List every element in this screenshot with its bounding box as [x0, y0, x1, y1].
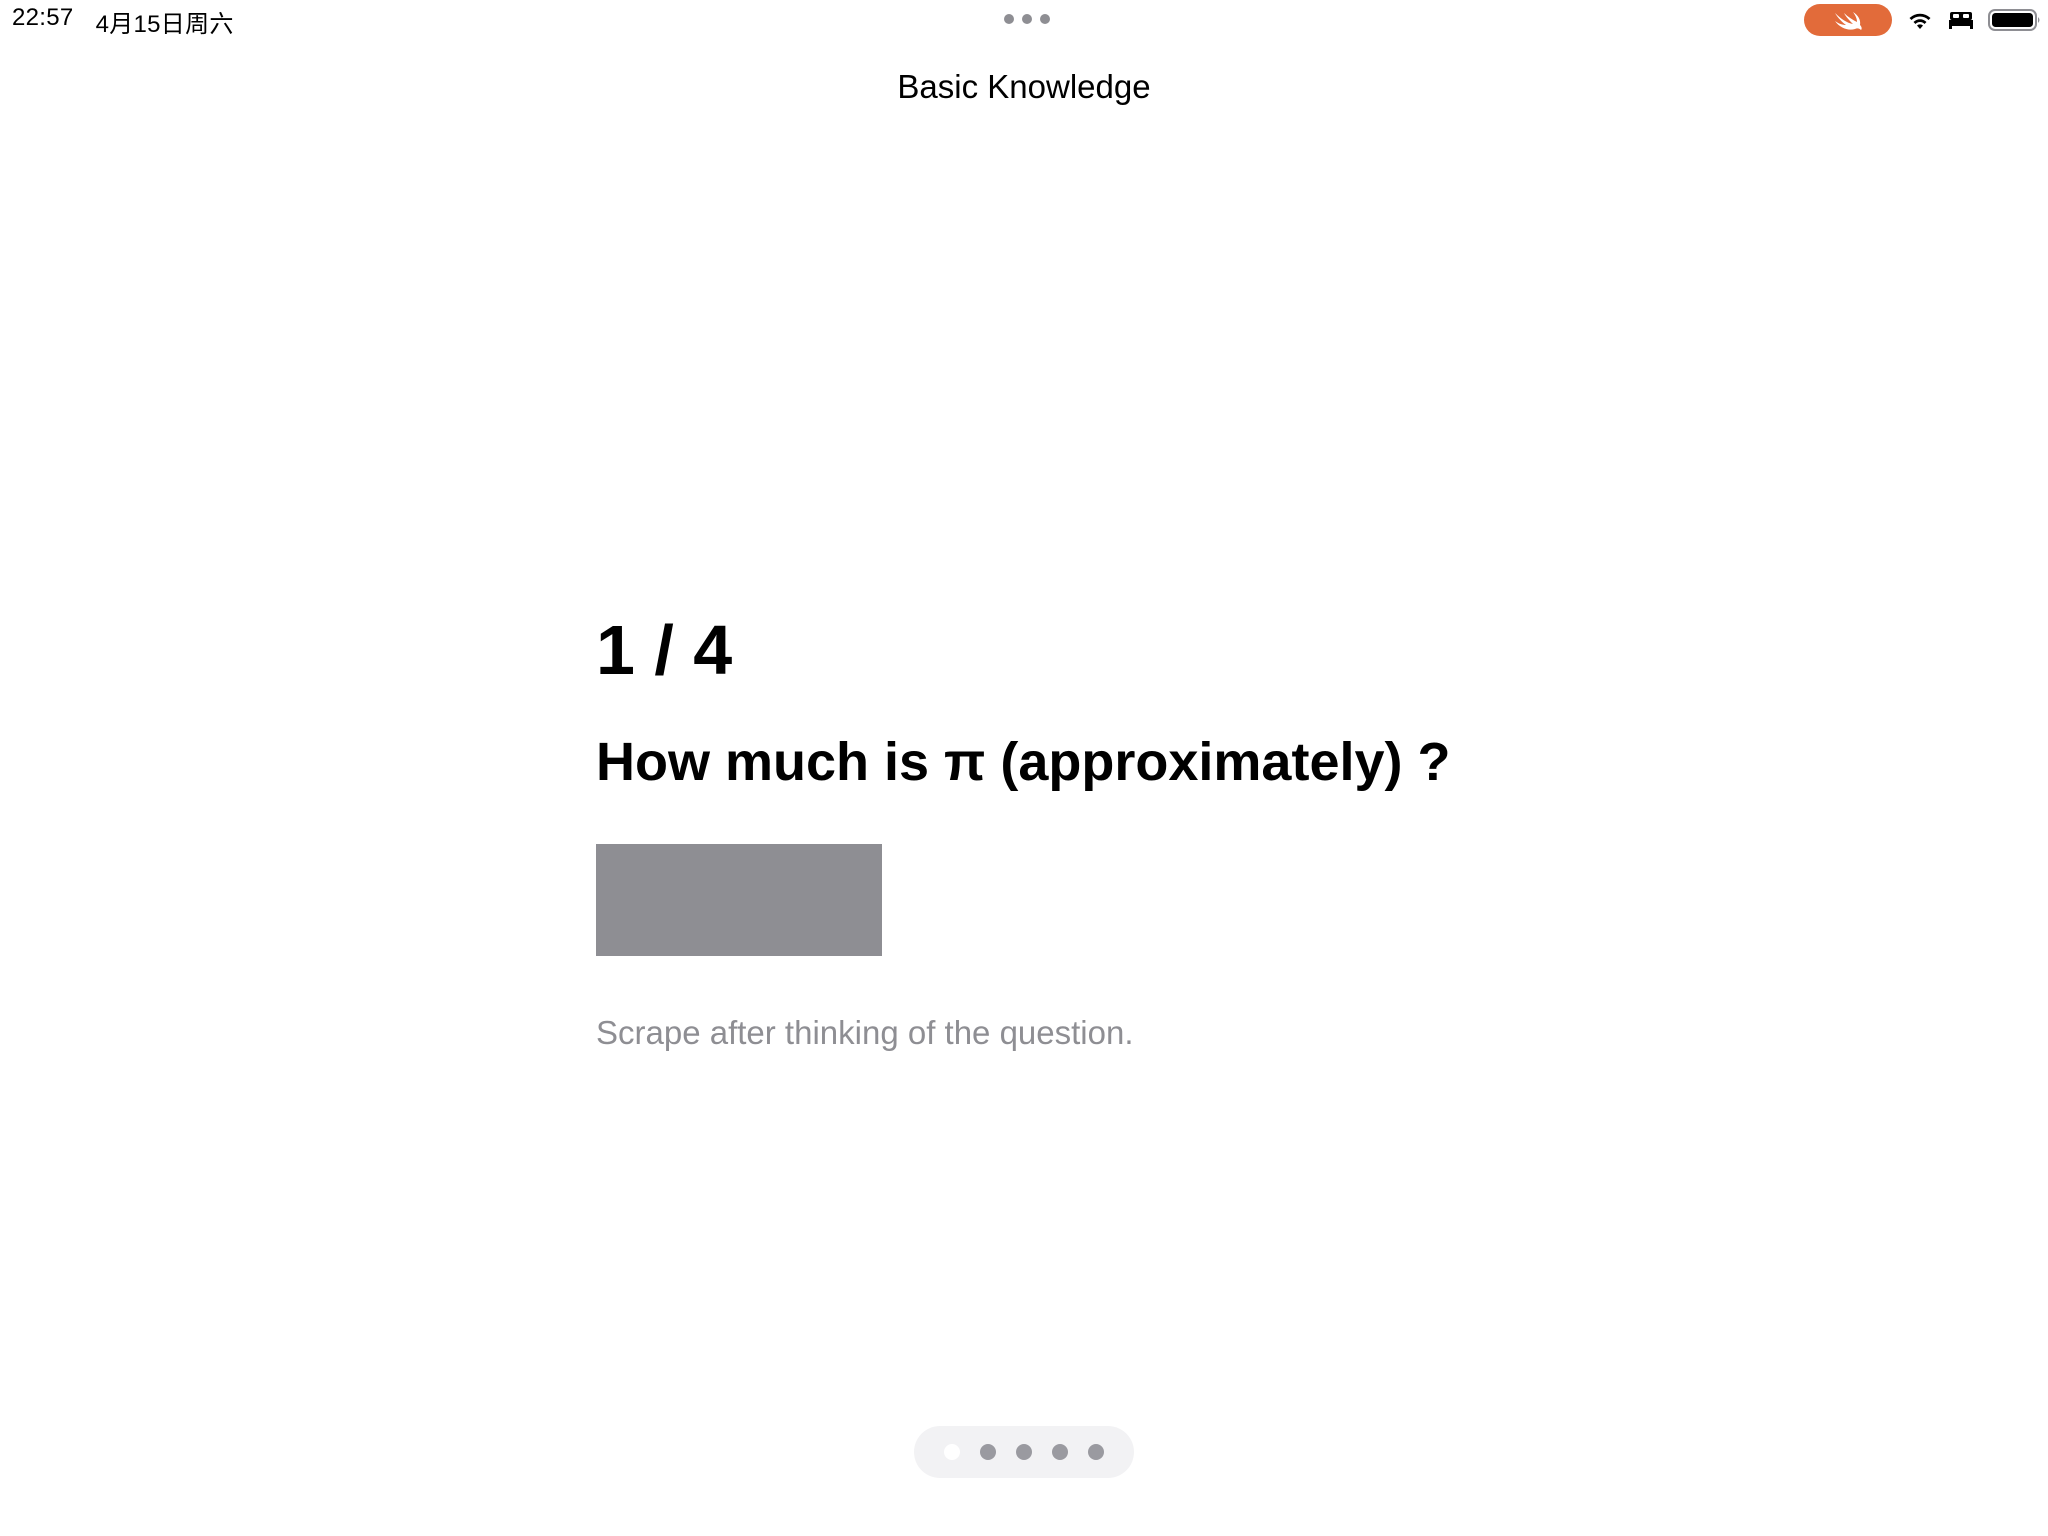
- swift-icon: [1835, 12, 1862, 30]
- multitask-dot: [1004, 14, 1014, 24]
- battery-icon: [1988, 8, 2042, 32]
- multitask-dot: [1022, 14, 1032, 24]
- status-date: 4月15日周六: [95, 11, 234, 38]
- wifi-icon: [1906, 9, 1934, 31]
- multitask-dot: [1040, 14, 1050, 24]
- page-title: Basic Knowledge: [897, 68, 1151, 105]
- status-right: [1804, 4, 2042, 36]
- page-dot[interactable]: [1052, 1444, 1068, 1460]
- status-time: 22:57: [12, 4, 74, 31]
- page-indicator[interactable]: [914, 1426, 1134, 1478]
- page-dot[interactable]: [1088, 1444, 1104, 1460]
- question-progress: 1 / 4: [596, 611, 733, 689]
- screen: 22:57 4月15日周六 Basic Knowledge 1 / 4 How …: [0, 0, 2048, 1536]
- page-dot[interactable]: [944, 1444, 960, 1460]
- page-dot[interactable]: [1016, 1444, 1032, 1460]
- sleep-focus-icon: [1948, 10, 1974, 30]
- scratch-card-area[interactable]: [596, 844, 882, 956]
- multitasking-menu-icon[interactable]: [1004, 14, 1050, 24]
- swift-playgrounds-indicator[interactable]: [1804, 4, 1892, 36]
- question-card: 1 / 4 How much is π (approximately) ? Sc…: [596, 610, 1596, 1052]
- status-bar: 22:57 4月15日周六: [0, 0, 2048, 40]
- hint-text: Scrape after thinking of the question.: [596, 1014, 1134, 1051]
- question-text: How much is π (approximately) ?: [596, 732, 1451, 792]
- page-dot[interactable]: [980, 1444, 996, 1460]
- status-left: 22:57 4月15日周六: [12, 4, 234, 39]
